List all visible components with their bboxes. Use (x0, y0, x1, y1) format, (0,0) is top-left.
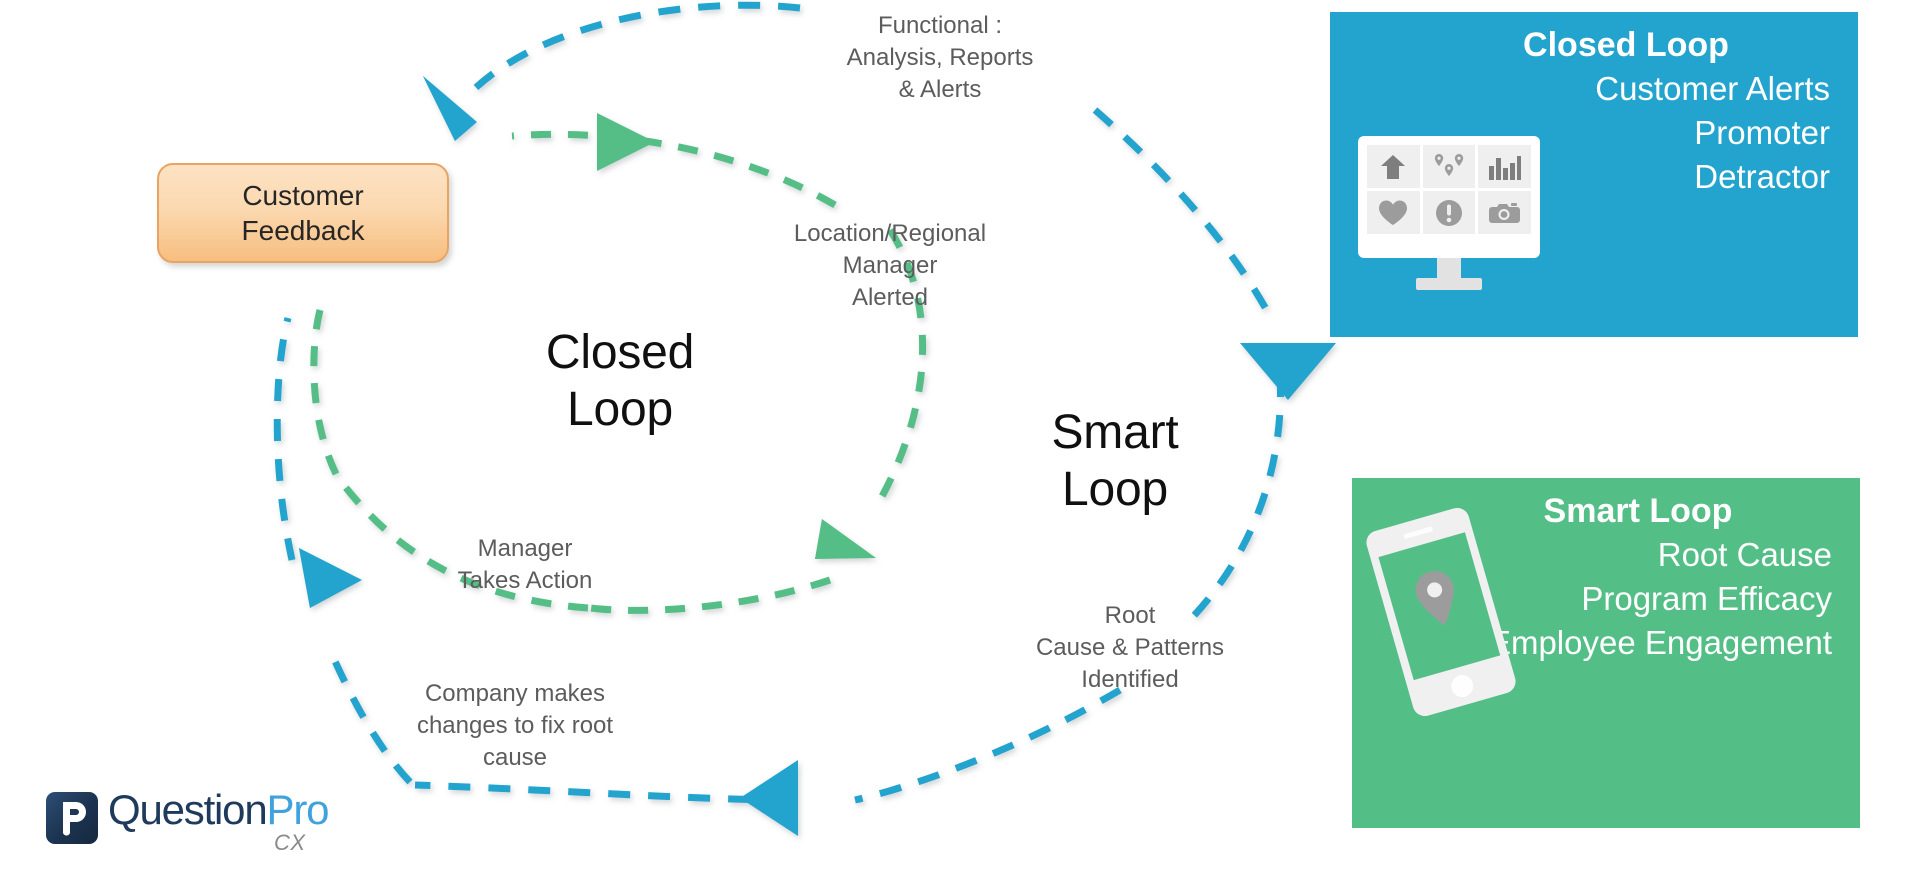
blue-arrowhead-top-left-2 (423, 76, 462, 141)
questionpro-cx-logo[interactable]: QuestionPro CX (46, 786, 336, 860)
monitor-neck (1437, 258, 1461, 280)
step-label-manager-action: Manager Takes Action (457, 535, 593, 595)
bar-chart-icon (1478, 145, 1531, 188)
step-label-location-manager: Location/Regional Manager Alerted (793, 220, 987, 312)
smart-loop-center-title: Smart Loop (1051, 406, 1179, 516)
blue-arc-bottom-left (414, 781, 791, 804)
green-arc-top-left (511, 130, 837, 209)
blue-arrowhead-left-2 (299, 548, 329, 608)
customer-feedback-label: Customer Feedback (241, 180, 365, 246)
smart-loop-panel-heading: Smart Loop (1543, 492, 1733, 530)
blue-arc-bottom-right (854, 686, 1122, 804)
diagram-canvas: Customer Feedback Closed Loop Smart Loop… (0, 0, 1918, 874)
monitor-base (1416, 278, 1482, 290)
blue-arc-left (273, 317, 296, 561)
blue-arrowhead-bottom (740, 760, 798, 836)
up-arrow-icon (1367, 145, 1420, 188)
logo-text-question: Question (108, 786, 268, 833)
exclamation-circle-icon (1422, 191, 1476, 234)
step-label-company-changes: Company makes changes to fix root cause (416, 680, 614, 772)
questionpro-logo-mark (46, 792, 98, 844)
logo-text-pro: Pro (266, 786, 330, 833)
blue-arrowhead-top-left (423, 76, 477, 141)
blue-arrowhead-right (1240, 343, 1336, 400)
questionpro-wordmark: QuestionPro (108, 786, 330, 834)
green-arrowhead-bottom (815, 519, 876, 559)
map-pins-icon (1422, 145, 1476, 188)
camera-icon (1478, 191, 1531, 234)
blue-arc-top-left (465, 1, 801, 98)
monitor-icon-grid (1367, 145, 1531, 234)
monitor-icon (1358, 136, 1540, 296)
closed-loop-line-customer-alerts: Customer Alerts (1595, 70, 1830, 107)
green-arc-left (310, 309, 340, 476)
green-arrowhead-top (597, 113, 655, 171)
step-label-root-cause: Root Cause & Patterns Identified (1035, 602, 1225, 694)
monitor-screen (1358, 136, 1540, 258)
heart-icon (1367, 191, 1420, 234)
logo-text-cx: CX (274, 830, 306, 855)
closed-loop-panel-heading: Closed Loop (1523, 26, 1729, 64)
customer-feedback-box[interactable]: Customer Feedback (157, 163, 449, 263)
step-label-functional: Functional : Analysis, Reports & Alerts (846, 12, 1034, 104)
blue-arrowhead-left (299, 548, 362, 608)
closed-loop-center-title: Closed Loop (545, 326, 695, 436)
green-arrowhead-bottom-2 (815, 519, 843, 559)
blue-arc-top-right (1092, 107, 1276, 322)
